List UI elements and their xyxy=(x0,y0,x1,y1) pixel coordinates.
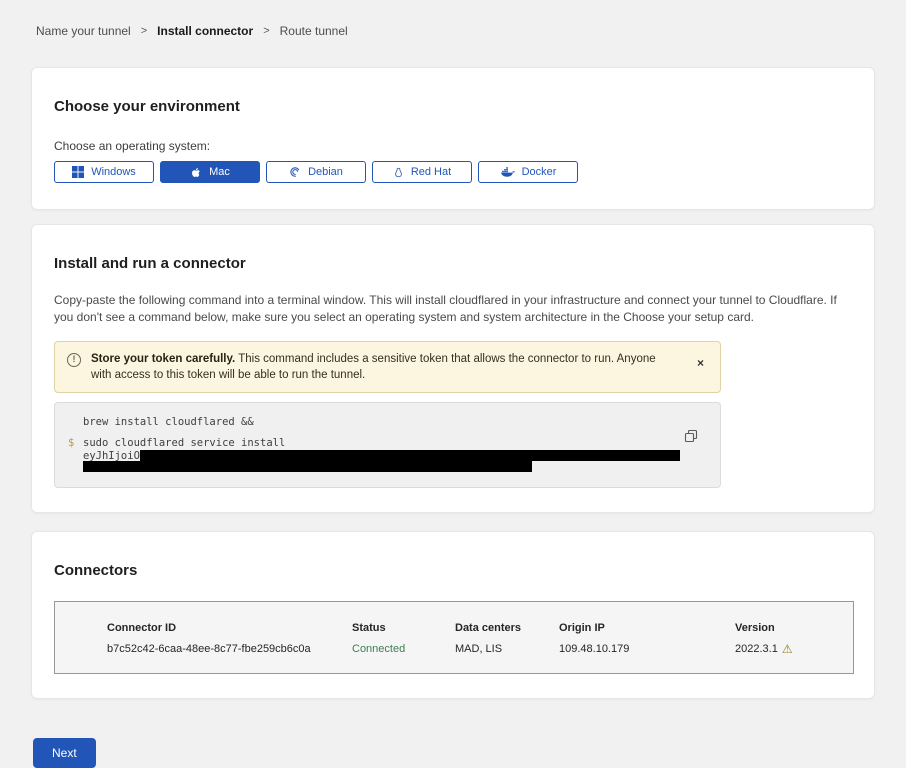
os-button-label: Docker xyxy=(522,166,557,178)
connector-version-value: 2022.3.1 ⚠ xyxy=(735,643,843,655)
breadcrumb-name-your-tunnel[interactable]: Name your tunnel xyxy=(36,24,131,38)
connectors-card: Connectors Connector ID Status Data cent… xyxy=(31,531,875,699)
os-button-redhat[interactable]: Red Hat xyxy=(372,161,472,183)
debian-icon xyxy=(289,166,301,178)
token-warning-title: Store your token carefully. xyxy=(91,353,235,365)
os-button-docker[interactable]: Docker xyxy=(478,161,578,183)
connector-status-value: Connected xyxy=(352,643,455,655)
install-card-description: Copy-paste the following command into a … xyxy=(54,292,852,326)
copy-icon[interactable] xyxy=(684,429,698,446)
alert-circle-icon: ! xyxy=(67,353,81,367)
breadcrumb-separator: > xyxy=(263,25,269,37)
terminal-run-line: $ sudo cloudflared service install xyxy=(83,437,706,449)
os-button-debian[interactable]: Debian xyxy=(266,161,366,183)
terminal-command-block: brew install cloudflared && $ sudo cloud… xyxy=(54,402,721,488)
connectors-table: Connector ID Status Data centers Origin … xyxy=(54,601,854,674)
install-connector-card: Install and run a connector Copy-paste t… xyxy=(31,224,875,513)
breadcrumb-route-tunnel[interactable]: Route tunnel xyxy=(280,24,348,38)
column-header-connector-id: Connector ID xyxy=(107,622,352,634)
connector-data-centers-value: MAD, LIS xyxy=(455,643,559,655)
connectors-card-title: Connectors xyxy=(54,562,852,579)
os-button-label: Mac xyxy=(209,166,230,178)
os-button-mac[interactable]: Mac xyxy=(160,161,260,183)
breadcrumb: Name your tunnel > Install connector > R… xyxy=(0,0,906,38)
os-button-row: Windows Mac Debian Red Hat Docker xyxy=(54,161,852,183)
version-warning-icon: ⚠ xyxy=(782,644,793,655)
terminal-run-command: sudo cloudflared service install xyxy=(83,437,285,449)
connector-origin-ip-value: 109.48.10.179 xyxy=(559,643,735,655)
redacted-token-bar xyxy=(140,450,680,461)
environment-card-title: Choose your environment xyxy=(54,98,852,115)
column-header-version: Version xyxy=(735,622,843,634)
windows-icon xyxy=(72,166,84,178)
token-prefix: eyJhIjoiO xyxy=(83,450,140,462)
column-header-data-centers: Data centers xyxy=(455,622,559,634)
close-icon[interactable]: × xyxy=(695,357,706,369)
column-header-origin-ip: Origin IP xyxy=(559,622,735,634)
breadcrumb-separator: > xyxy=(141,25,147,37)
token-warning-banner: ! Store your token carefully. This comma… xyxy=(54,341,721,393)
terminal-prompt: $ xyxy=(68,437,74,449)
next-button[interactable]: Next xyxy=(33,738,96,768)
os-select-label: Choose an operating system: xyxy=(54,139,852,153)
redhat-icon xyxy=(393,166,404,179)
os-button-windows[interactable]: Windows xyxy=(54,161,154,183)
redacted-token-bar xyxy=(83,461,532,472)
token-warning-text: Store your token carefully. This command… xyxy=(91,351,679,383)
column-header-status: Status xyxy=(352,622,455,634)
apple-icon xyxy=(190,166,202,179)
version-number: 2022.3.1 xyxy=(735,643,778,655)
connector-id-value: b7c52c42-6caa-48ee-8c77-fbe259cb6c0a xyxy=(107,643,352,655)
os-button-label: Red Hat xyxy=(411,166,451,178)
breadcrumb-install-connector[interactable]: Install connector xyxy=(157,24,253,38)
install-card-title: Install and run a connector xyxy=(54,255,852,272)
terminal-install-line: brew install cloudflared && xyxy=(83,416,706,428)
os-button-label: Debian xyxy=(308,166,343,178)
os-button-label: Windows xyxy=(91,166,136,178)
choose-environment-card: Choose your environment Choose an operat… xyxy=(31,67,875,210)
terminal-token-line: eyJhIjoiO xyxy=(83,450,706,461)
docker-icon xyxy=(500,166,515,178)
